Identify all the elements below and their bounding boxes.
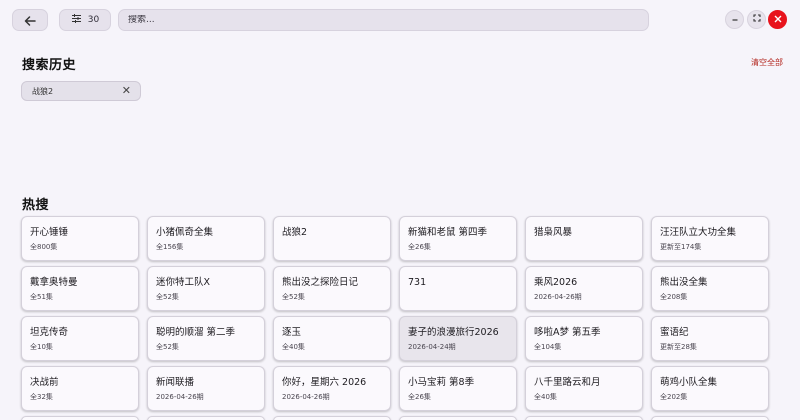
history-chip[interactable]: 战狼2 ✕ — [21, 81, 141, 101]
card-title: 小猪佩奇全集 — [156, 227, 214, 238]
hot-search-card[interactable] — [651, 416, 769, 420]
search-history-title: 搜索历史 — [22, 58, 77, 73]
card-subtitle: 全52集 — [156, 343, 179, 351]
card-subtitle: 更新至28集 — [660, 343, 697, 351]
card-subtitle: 全202集 — [660, 393, 688, 401]
clear-all-button[interactable]: 清空全部 — [751, 57, 783, 68]
card-title: 731 — [408, 277, 427, 288]
close-button[interactable] — [768, 10, 787, 29]
hot-search-card[interactable]: 你好，星期六 2026 2026-04-26期 — [273, 366, 391, 411]
card-title: 熊出没全集 — [660, 277, 708, 288]
filter-lines-icon — [71, 14, 82, 26]
hot-search-card[interactable]: 妻子的浪漫旅行2026 2026-04-24期 — [399, 316, 517, 361]
history-chip-label: 战狼2 — [32, 86, 54, 96]
hot-search-card[interactable]: 小马宝莉 第8季 全26集 — [399, 366, 517, 411]
hot-search-card[interactable]: 哆啦A梦 第五季 全104集 — [525, 316, 643, 361]
card-title: 八千里路云和月 — [534, 377, 601, 388]
card-subtitle: 全52集 — [156, 293, 179, 301]
back-button[interactable] — [12, 9, 48, 31]
card-subtitle: 更新至174集 — [660, 243, 702, 251]
hot-search-card[interactable]: 戴拿奥特曼全51集 — [21, 266, 139, 311]
card-title: 聪明的顺溜 第二季 — [156, 327, 236, 338]
hot-search-card[interactable]: 731 — [399, 266, 517, 311]
card-subtitle: 2026-04-26期 — [282, 393, 330, 401]
maximize-button[interactable] — [747, 10, 766, 29]
card-title: 萌鸡小队全集 — [660, 377, 718, 388]
hot-search-card[interactable]: 开心锤锤全800集 — [21, 216, 139, 261]
card-title: 决战前 — [30, 377, 59, 388]
card-title: 蜜语纪 — [660, 327, 689, 338]
hot-search-card[interactable] — [525, 416, 643, 420]
hot-search-card[interactable]: 汪汪队立大功全集 更新至174集 — [651, 216, 769, 261]
card-subtitle: 全40集 — [282, 343, 305, 351]
hot-search-card[interactable]: 新闻联播 2026-04-26期 — [147, 366, 265, 411]
card-title: 新猫和老鼠 第四季 — [408, 227, 488, 238]
hot-search-card[interactable]: 乘风2026 2026-04-26期 — [525, 266, 643, 311]
hot-search-card[interactable]: 聪明的顺溜 第二季 全52集 — [147, 316, 265, 361]
hot-search-card[interactable]: 熊出没全集全208集 — [651, 266, 769, 311]
card-subtitle: 全800集 — [30, 243, 58, 251]
top-toolbar: 30 — [0, 0, 800, 40]
card-subtitle: 全51集 — [30, 293, 53, 301]
card-title: 开心锤锤 — [30, 227, 69, 238]
card-title: 熊出没之探险日记 — [282, 277, 359, 288]
card-title: 你好，星期六 2026 — [282, 377, 367, 388]
filter-button[interactable]: 30 — [59, 9, 111, 31]
card-title: 坦克传奇 — [30, 327, 69, 338]
card-title: 妻子的浪漫旅行2026 — [408, 327, 499, 338]
close-icon — [774, 13, 782, 26]
hot-search-card[interactable]: 逐玉全40集 — [273, 316, 391, 361]
hot-search-card[interactable] — [273, 416, 391, 420]
card-subtitle: 全10集 — [30, 343, 53, 351]
filter-count: 30 — [87, 15, 100, 25]
card-title: 逐玉 — [282, 327, 302, 338]
search-box[interactable] — [118, 9, 649, 31]
hot-search-card[interactable]: 决战前全32集 — [21, 366, 139, 411]
card-subtitle: 2026-04-26期 — [156, 393, 204, 401]
search-input[interactable] — [128, 15, 648, 25]
minimize-icon — [731, 14, 739, 25]
hot-search-card[interactable]: 战狼2 — [273, 216, 391, 261]
arrow-left-icon — [24, 11, 36, 30]
card-title: 战狼2 — [282, 227, 308, 238]
card-subtitle: 全156集 — [156, 243, 184, 251]
hot-search-card[interactable]: 八千里路云和月 全40集 — [525, 366, 643, 411]
hot-search-card[interactable]: 蜜语纪更新至28集 — [651, 316, 769, 361]
card-subtitle: 全26集 — [408, 393, 431, 401]
card-title: 迷你特工队X — [156, 277, 211, 288]
card-title: 哆啦A梦 第五季 — [534, 327, 601, 338]
card-title: 戴拿奥特曼 — [30, 277, 78, 288]
card-subtitle: 全26集 — [408, 243, 431, 251]
hot-search-card[interactable]: 萌鸡小队全集 全202集 — [651, 366, 769, 411]
chip-remove-icon[interactable]: ✕ — [122, 85, 131, 97]
hot-search-card[interactable]: 坦克传奇全10集 — [21, 316, 139, 361]
card-subtitle: 全52集 — [282, 293, 305, 301]
card-subtitle: 全40集 — [534, 393, 557, 401]
card-subtitle: 全104集 — [534, 343, 562, 351]
card-subtitle: 2026-04-26期 — [534, 293, 582, 301]
card-subtitle: 2026-04-24期 — [408, 343, 456, 351]
card-title: 汪汪队立大功全集 — [660, 227, 737, 238]
maximize-icon — [752, 14, 761, 25]
card-title: 乘风2026 — [534, 277, 578, 288]
hot-search-card[interactable] — [399, 416, 517, 420]
hot-search-card[interactable]: 新猫和老鼠 第四季 全26集 — [399, 216, 517, 261]
hot-search-card[interactable]: 猎枭风暴 — [525, 216, 643, 261]
hot-search-card[interactable] — [21, 416, 139, 420]
card-subtitle: 全208集 — [660, 293, 688, 301]
hot-search-title: 热搜 — [22, 198, 50, 213]
minimize-button[interactable] — [725, 10, 744, 29]
card-title: 新闻联播 — [156, 377, 195, 388]
card-subtitle: 全32集 — [30, 393, 53, 401]
hot-search-card[interactable] — [147, 416, 265, 420]
card-title: 猎枭风暴 — [534, 227, 573, 238]
hot-search-card[interactable]: 迷你特工队X 全52集 — [147, 266, 265, 311]
hot-search-card[interactable]: 小猪佩奇全集 全156集 — [147, 216, 265, 261]
hot-search-grid: 开心锤锤 全800集 小猪佩奇全集 全156集 战狼2 新猫和老鼠 第四季 全26集 猎枭风暴… — [21, 216, 781, 420]
card-title: 小马宝莉 第8季 — [408, 377, 475, 388]
hot-search-card[interactable]: 熊出没之探险日记 全52集 — [273, 266, 391, 311]
